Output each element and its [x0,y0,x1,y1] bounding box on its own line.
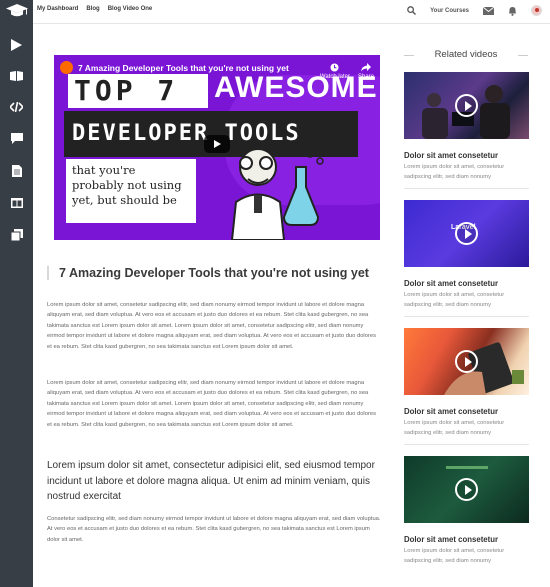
your-courses-link[interactable]: Your Courses [430,8,469,14]
related-video-description: Lorem ipsum dolor sit amet, consetetur s… [404,164,505,180]
play-circle-icon[interactable] [455,478,478,501]
copy-icon [10,228,23,241]
search-icon[interactable] [407,6,417,15]
article-paragraph-1: Lorem ipsum dolor sit amet, consetetur s… [47,302,376,350]
article-title: 7 Amazing Developer Tools that you're no… [47,266,369,280]
columns-icon [10,197,23,208]
play-circle-icon[interactable] [455,350,478,373]
related-videos-heading: Related videos [404,49,528,60]
related-video-thumbnail[interactable] [404,456,529,523]
mail-icon[interactable] [483,6,494,15]
divider [404,188,529,189]
related-video-card[interactable]: Dolor sit amet consetetur Lorem ipsum do… [404,328,529,445]
book-icon [10,70,23,81]
sidebar-item-documents[interactable] [8,162,25,179]
article-lead-paragraph: Lorem ipsum dolor sit amet, consectetur … [47,460,375,502]
breadcrumb: My Dashboard Blog Blog Video One [37,6,152,12]
related-video-description: Lorem ipsum dolor sit amet, consetetur s… [404,420,505,436]
sidebar-item-courses[interactable] [8,67,25,84]
top-bar: My Dashboard Blog Blog Video One Your Co… [33,0,550,24]
related-video-card[interactable]: Dolor sit amet consetetur Lorem ipsum do… [404,456,529,566]
chat-icon [10,133,23,144]
nav-link-dashboard[interactable]: My Dashboard [37,6,78,12]
channel-logo[interactable] [60,61,73,74]
related-video-title[interactable]: Dolor sit amet consetetur [404,279,529,288]
graduation-cap-icon[interactable] [6,4,28,18]
divider [404,444,529,445]
sidebar-item-chat[interactable] [8,130,25,147]
related-video-description: Lorem ipsum dolor sit amet, consetetur s… [404,292,505,308]
related-video-description: Lorem ipsum dolor sit amet, consetetur s… [404,548,505,564]
play-icon [11,38,22,51]
bell-icon[interactable] [508,6,517,16]
play-circle-icon[interactable] [455,94,478,117]
related-video-title[interactable]: Dolor sit amet consetetur [404,151,529,160]
related-video-thumbnail[interactable] [404,72,529,139]
nav-link-blog-video-one[interactable]: Blog Video One [108,6,153,12]
thumbnail-top7-text: TOP 7 [68,74,208,108]
related-video-thumbnail[interactable]: Laravel [404,200,529,267]
sidebar-item-videos[interactable] [8,36,25,53]
thumbnail-caption-bar [446,466,488,469]
sidebar-item-layout[interactable] [8,194,25,211]
related-video-title[interactable]: Dolor sit amet consetetur [404,407,529,416]
related-video-card[interactable]: Dolor sit amet consetetur Lorem ipsum do… [404,72,529,189]
document-icon [11,164,22,177]
thumbnail-subtitle-text: that you're probably not using yet, but … [66,159,196,223]
related-video-title[interactable]: Dolor sit amet consetetur [404,535,529,544]
play-circle-icon[interactable] [455,222,478,245]
related-video-card[interactable]: Laravel Dolor sit amet consetetur Lorem … [404,200,529,317]
sidebar-item-code[interactable] [8,98,25,115]
top-bar-actions: Your Courses [407,5,542,16]
avatar[interactable] [531,5,542,16]
article-paragraph-2: Lorem ipsum dolor sit amet, consetetur s… [47,380,376,428]
scientist-illustration [230,148,324,240]
sidebar [0,0,33,587]
video-player[interactable]: 7 Amazing Developer Tools that you're no… [54,55,380,240]
article-paragraph-3: Consetetur sadipscing elitr, sed diam no… [47,516,381,543]
thumbnail-awesome-text: AWESOME [214,71,378,104]
related-video-thumbnail[interactable] [404,328,529,395]
divider [404,316,529,317]
code-icon [10,101,23,112]
sidebar-item-copy[interactable] [8,226,25,243]
nav-link-blog[interactable]: Blog [86,6,99,12]
